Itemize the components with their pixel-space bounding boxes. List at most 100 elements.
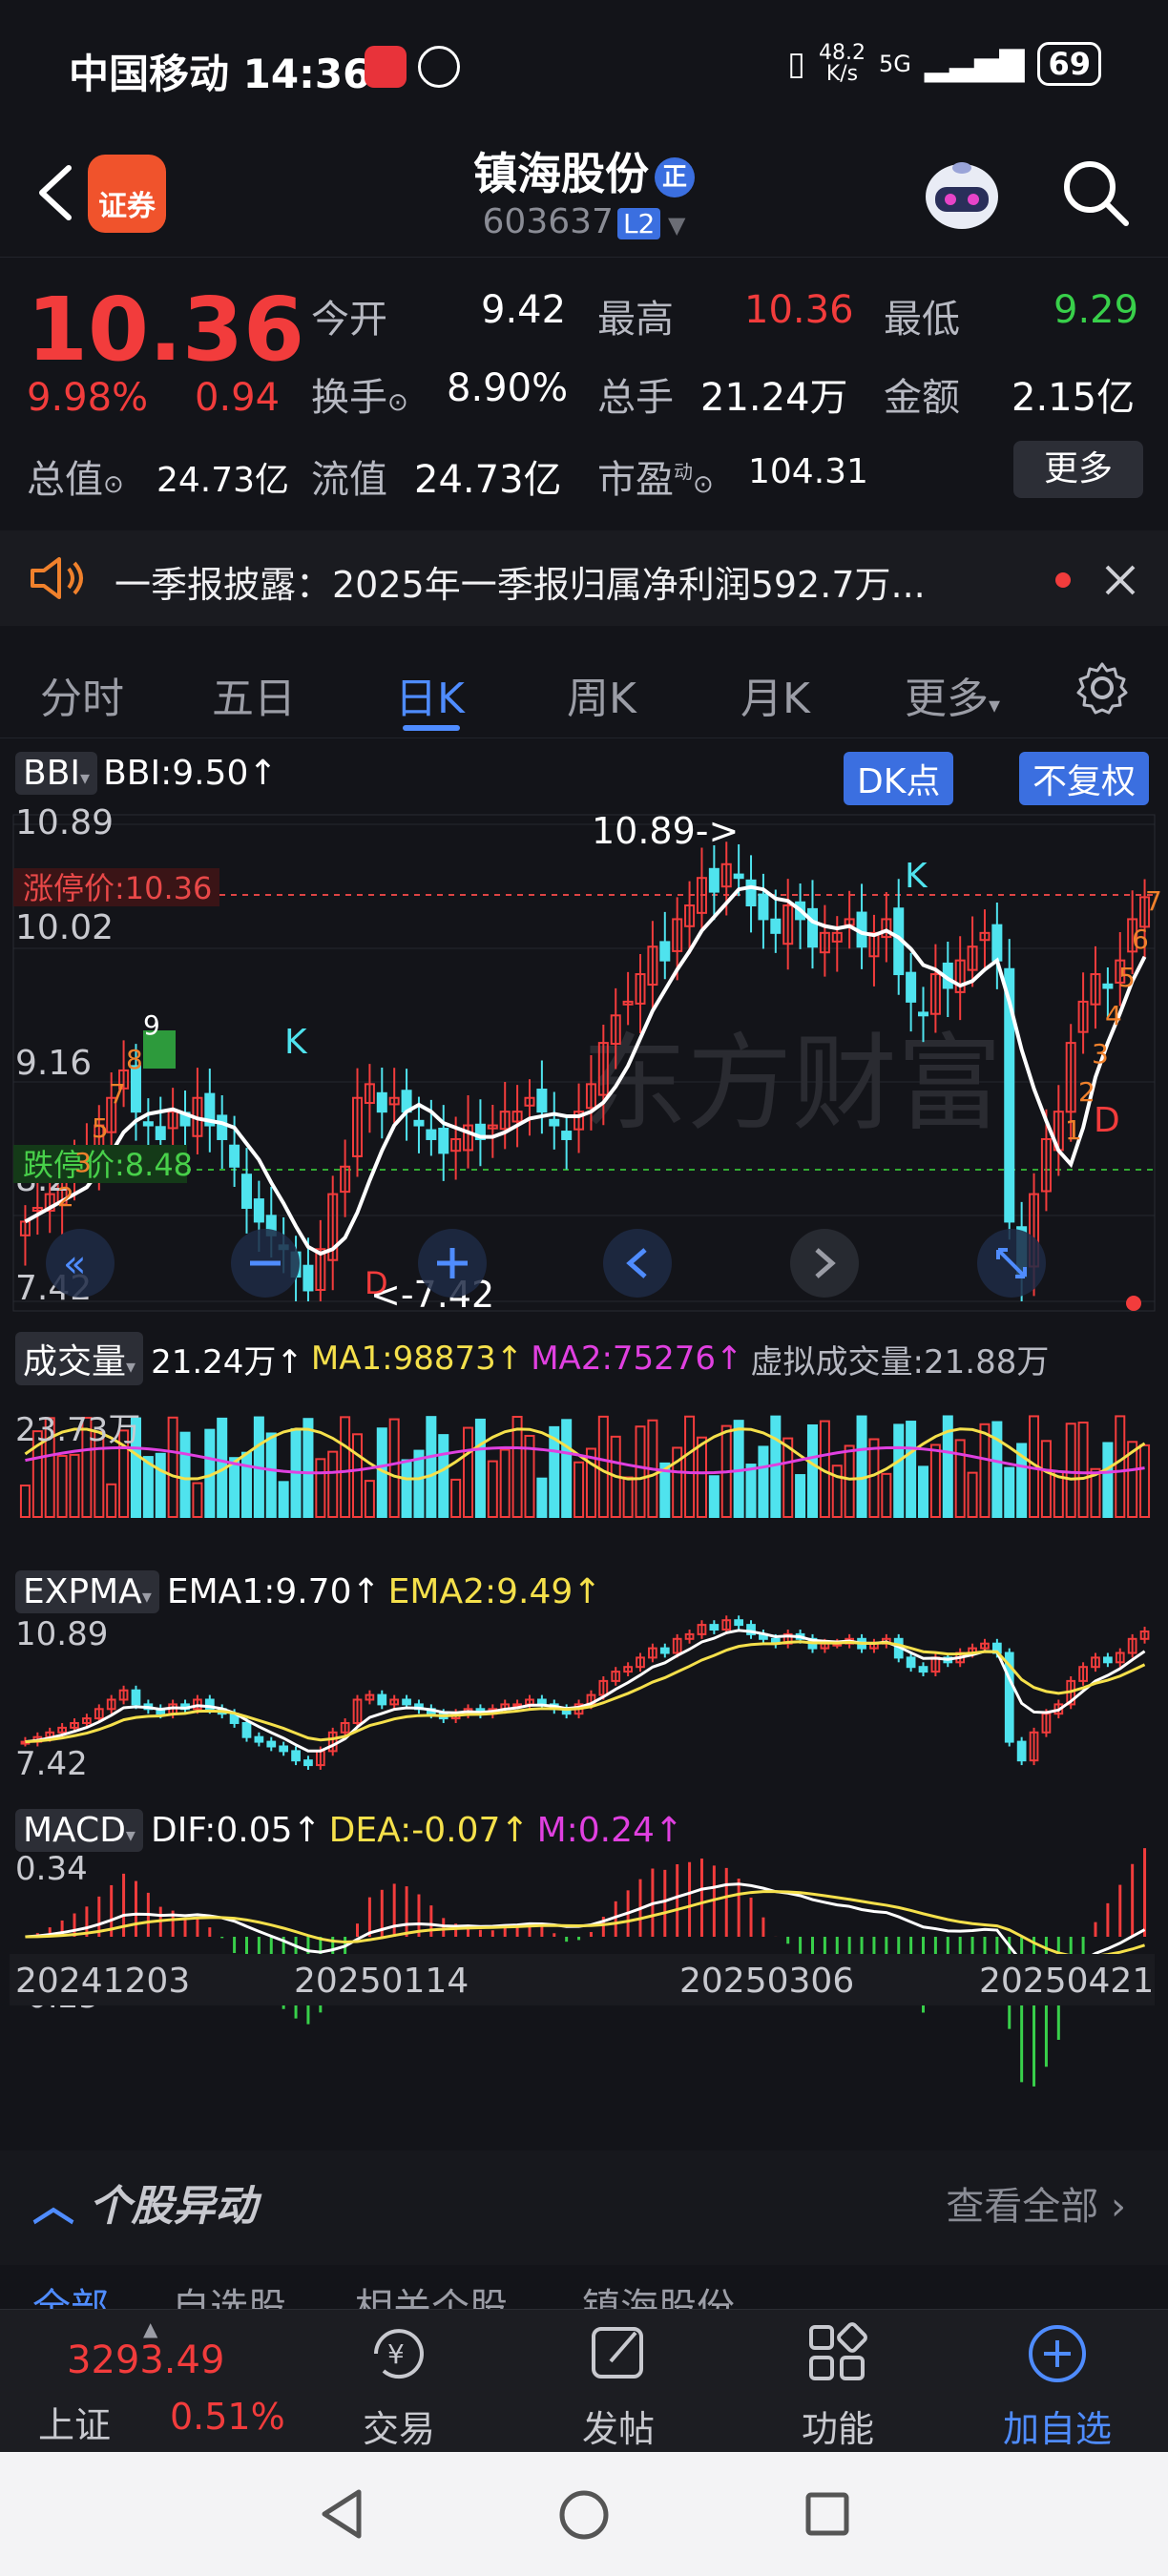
candle	[1004, 939, 1015, 1240]
more-button[interactable]: 更多	[1013, 441, 1143, 498]
turnover-value: 8.90%	[447, 366, 569, 410]
volume-bar	[831, 1465, 843, 1519]
macd-axis-top: 0.34	[15, 1850, 88, 1888]
back-triangle-icon[interactable]	[317, 2486, 368, 2542]
volume-bar	[327, 1450, 339, 1518]
td-sequence-label: 7	[109, 1078, 126, 1110]
td-sequence-label: 2	[57, 1181, 74, 1213]
volume-bar	[979, 1423, 991, 1518]
index-value: 3293.49	[67, 2338, 225, 2382]
candle	[758, 873, 769, 949]
td-sequence-label: 1	[1065, 1114, 1082, 1146]
volume-bar	[351, 1433, 364, 1518]
vol-ma1-value: MA1:98873↑	[310, 1340, 524, 1378]
adjustment-button[interactable]: 不复权	[1019, 752, 1150, 805]
volume-bar	[364, 1480, 375, 1519]
tab-intraday[interactable]: 分时	[40, 664, 124, 725]
candle	[635, 953, 646, 1034]
volume-bar	[856, 1415, 867, 1518]
nav-functions[interactable]: 功能	[742, 2310, 933, 2453]
candle	[844, 890, 855, 949]
bbi-selector[interactable]: BBI▾	[15, 752, 98, 795]
y-label-10.02: 10.02	[15, 908, 114, 947]
bbi-value: BBI:9.50↑	[103, 754, 278, 793]
volume-bar	[487, 1460, 498, 1518]
volume-bar	[597, 1415, 609, 1518]
candle	[561, 1114, 573, 1170]
volume-bar	[893, 1423, 905, 1518]
index-percent: 0.51%	[170, 2396, 285, 2438]
nav-trade[interactable]: ¥ 交易	[303, 2310, 494, 2453]
subtab-all[interactable]: 全部	[32, 2276, 109, 2313]
candle	[19, 1205, 31, 1266]
view-all-link[interactable]: 查看全部 ›	[946, 2175, 1126, 2231]
index-ticker[interactable]: ▲ 3293.49 上证 0.51%	[0, 2310, 315, 2453]
volume-label: 总手	[597, 376, 674, 420]
nav-add-watchlist[interactable]: 加自选	[962, 2310, 1153, 2453]
volume-selector[interactable]: 成交量▾	[15, 1332, 144, 1385]
volume-bar	[229, 1457, 240, 1518]
macd-selector[interactable]: MACD▾	[15, 1809, 143, 1852]
candle	[659, 911, 671, 980]
tab-daily-k[interactable]: 日K	[395, 664, 465, 725]
plus-circle-icon	[1029, 2325, 1086, 2382]
subtab-watchlist[interactable]: 自选股	[172, 2276, 286, 2313]
volume-bar	[179, 1431, 191, 1518]
dk-point-button[interactable]: DK点	[844, 752, 954, 805]
movement-subtabs: 全部 自选股 相关个股 镇海股份	[0, 2265, 1168, 2313]
volume-bar	[426, 1416, 437, 1518]
virtual-volume: 虚拟成交量:21.88万	[750, 1342, 1050, 1381]
scroll-right-button	[790, 1229, 859, 1298]
l2-badge[interactable]: L2	[616, 208, 661, 239]
candle	[487, 1105, 498, 1158]
assistant-robot-icon[interactable]	[916, 149, 1008, 240]
candle	[696, 847, 707, 930]
candle	[795, 883, 806, 949]
volume-bar	[69, 1453, 80, 1518]
trade-yen-icon: ¥	[374, 2329, 424, 2379]
speaker-icon	[31, 557, 83, 599]
td-sequence-label: 8	[126, 1044, 143, 1075]
net-speed: 48.2 K/s	[819, 41, 866, 86]
chart-area[interactable]: BBI▾ BBI:9.50↑ DK点 不复权 东方财富 10.89 涨停价:10…	[0, 744, 1168, 2147]
movement-title[interactable]: ︿ 个股异动	[32, 2171, 257, 2233]
volume-bar	[745, 1464, 757, 1518]
td-sequence-label: 3	[74, 1147, 92, 1178]
expma-selector[interactable]: EXPMA▾	[15, 1570, 159, 1613]
volume-bar	[1139, 1444, 1151, 1518]
volume-value: 21.24万↑	[151, 1342, 303, 1381]
announcement-bar[interactable]: 一季报披露：2025年一季报归属净利润592.7万...	[0, 530, 1168, 626]
volume-bar	[536, 1477, 548, 1519]
candle	[819, 904, 830, 977]
kline-chart[interactable]: 东方财富 10.89 涨停价:10.36 10.02 9.16 8.2 跌停价:…	[0, 805, 1168, 2141]
tab-weekly-k[interactable]: 周K	[567, 664, 636, 725]
y-label-top: 10.89	[15, 805, 114, 842]
close-icon[interactable]	[1103, 563, 1137, 597]
date-label-3: 20250306	[679, 1962, 854, 2001]
volume-bar	[155, 1452, 166, 1518]
settings-gear-icon[interactable]	[1074, 660, 1130, 716]
date-label-4: 20250421	[979, 1962, 1154, 2001]
date-label-2: 20250114	[294, 1962, 469, 2001]
vol-axis-top: 23.73万	[15, 1411, 140, 1449]
candle	[511, 1085, 523, 1148]
search-icon[interactable]	[1057, 155, 1134, 231]
home-circle-icon[interactable]	[557, 2488, 611, 2542]
subtab-stock[interactable]: 镇海股份	[582, 2276, 735, 2313]
nav-post[interactable]: 发帖	[523, 2310, 714, 2453]
volume-bar	[240, 1451, 253, 1518]
candle	[401, 1069, 412, 1141]
subtab-related[interactable]: 相关个股	[355, 2276, 508, 2313]
tab-more[interactable]: 更多▾	[905, 664, 1000, 725]
info-icon: ⊙	[693, 470, 714, 499]
app-notification-icon	[365, 46, 407, 88]
k-signal-left: K	[284, 1023, 308, 1062]
tab-five-day[interactable]: 五日	[212, 664, 296, 725]
candle	[708, 844, 720, 921]
last-price: 10.36	[27, 279, 305, 381]
recents-square-icon[interactable]	[803, 2490, 851, 2538]
td-sequence-label: 6	[1132, 924, 1149, 955]
scroll-left-button	[603, 1229, 672, 1298]
volume-bar	[340, 1416, 351, 1518]
tab-monthly-k[interactable]: 月K	[740, 664, 810, 725]
